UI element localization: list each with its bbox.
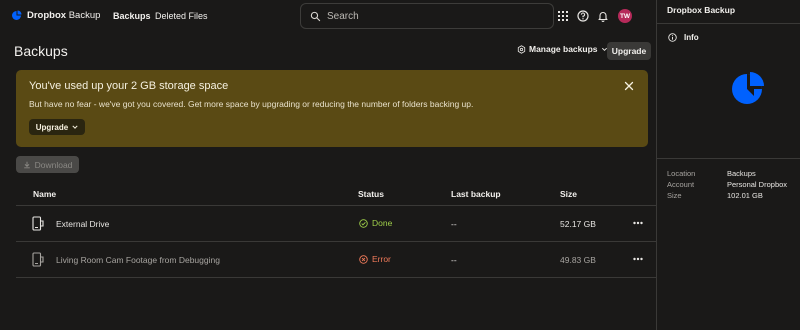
- divider: [657, 23, 800, 24]
- status-text: Error: [372, 254, 391, 264]
- close-icon[interactable]: [624, 81, 634, 91]
- banner-upgrade-button[interactable]: Upgrade: [29, 119, 85, 135]
- external-drive-icon: [32, 216, 44, 231]
- search-box[interactable]: [300, 3, 554, 29]
- banner-text: But have no fear - we've got you covered…: [29, 99, 474, 109]
- apps-grid-icon[interactable]: [557, 10, 569, 22]
- metadata-key: Account: [667, 180, 695, 189]
- status-text: Done: [372, 218, 393, 228]
- metadata-value: Backups: [727, 169, 756, 178]
- backup-folder-icon: [732, 72, 764, 104]
- more-options-icon[interactable]: [633, 257, 643, 261]
- upgrade-button[interactable]: Upgrade: [607, 42, 651, 60]
- column-header-name[interactable]: Name: [33, 189, 56, 199]
- more-options-icon[interactable]: [633, 221, 643, 225]
- metadata-value: 102.01 GB: [727, 191, 763, 200]
- status-badge: Done: [359, 218, 392, 228]
- metadata-row-account: Account Personal Dropbox: [667, 180, 797, 191]
- row-last-backup: --: [451, 255, 457, 265]
- row-name[interactable]: External Drive: [56, 219, 109, 229]
- sidebar-title: Dropbox Backup: [667, 5, 736, 15]
- brand-product: Backup: [68, 9, 101, 21]
- manage-backups-label: Manage backups: [529, 44, 598, 54]
- backups-table: Name Status Last backup Size External Dr…: [16, 182, 656, 278]
- metadata-value: Personal Dropbox: [727, 180, 788, 189]
- table-header: Name Status Last backup Size: [16, 182, 656, 206]
- info-section-header[interactable]: Info: [668, 33, 699, 42]
- info-label: Info: [684, 33, 699, 42]
- check-circle-icon: [359, 218, 368, 228]
- row-size: 49.83 GB: [560, 255, 596, 265]
- tab-deleted-files[interactable]: Deleted Files: [155, 11, 208, 21]
- avatar[interactable]: TW: [618, 9, 632, 23]
- backup-logo-icon: [12, 10, 22, 20]
- row-size: 52.17 GB: [560, 219, 596, 229]
- manage-backups-button[interactable]: Manage backups: [517, 44, 608, 54]
- row-last-backup: --: [451, 219, 457, 229]
- column-header-status[interactable]: Status: [358, 189, 384, 199]
- search-input[interactable]: [327, 10, 527, 22]
- chevron-down-icon: [72, 125, 78, 129]
- gear-icon: [517, 44, 526, 54]
- column-header-last-backup[interactable]: Last backup: [451, 189, 501, 199]
- table-row[interactable]: External Drive Done -- 52.17 GB: [16, 206, 656, 242]
- metadata-list: Location Backups Account Personal Dropbo…: [667, 169, 797, 202]
- error-circle-icon: [359, 254, 368, 264]
- row-name[interactable]: Living Room Cam Footage from Debugging: [56, 255, 220, 265]
- download-button[interactable]: Download: [16, 156, 79, 173]
- table-row[interactable]: Living Room Cam Footage from Debugging E…: [16, 242, 656, 278]
- bell-icon[interactable]: [597, 10, 609, 22]
- divider: [657, 158, 800, 159]
- column-header-size[interactable]: Size: [560, 189, 577, 199]
- external-drive-icon: [32, 252, 44, 267]
- top-bar: Dropbox Backup Backups Deleted Files Sea…: [0, 0, 656, 32]
- search-icon: [310, 11, 321, 21]
- download-label: Download: [34, 159, 73, 170]
- storage-full-banner: You've used up your 2 GB storage space B…: [16, 70, 648, 147]
- main-area: Dropbox Backup Backups Deleted Files Sea…: [0, 0, 656, 330]
- banner-upgrade-label: Upgrade: [35, 122, 69, 132]
- metadata-row-size: Size 102.01 GB: [667, 191, 797, 202]
- info-icon: [668, 33, 677, 42]
- brand-logo[interactable]: Dropbox Backup: [11, 9, 100, 21]
- page-title: Backups: [14, 43, 68, 59]
- help-icon[interactable]: [577, 10, 589, 22]
- details-sidebar: Dropbox Backup Info Location Backups Acc…: [656, 0, 800, 330]
- metadata-row-location: Location Backups: [667, 169, 797, 180]
- metadata-key: Size: [667, 191, 682, 200]
- download-icon: [23, 161, 30, 168]
- tab-backups[interactable]: Backups: [113, 11, 151, 21]
- status-badge: Error: [359, 254, 391, 264]
- banner-title: You've used up your 2 GB storage space: [29, 80, 229, 92]
- brand-name: Dropbox: [27, 9, 67, 21]
- metadata-key: Location: [667, 169, 696, 178]
